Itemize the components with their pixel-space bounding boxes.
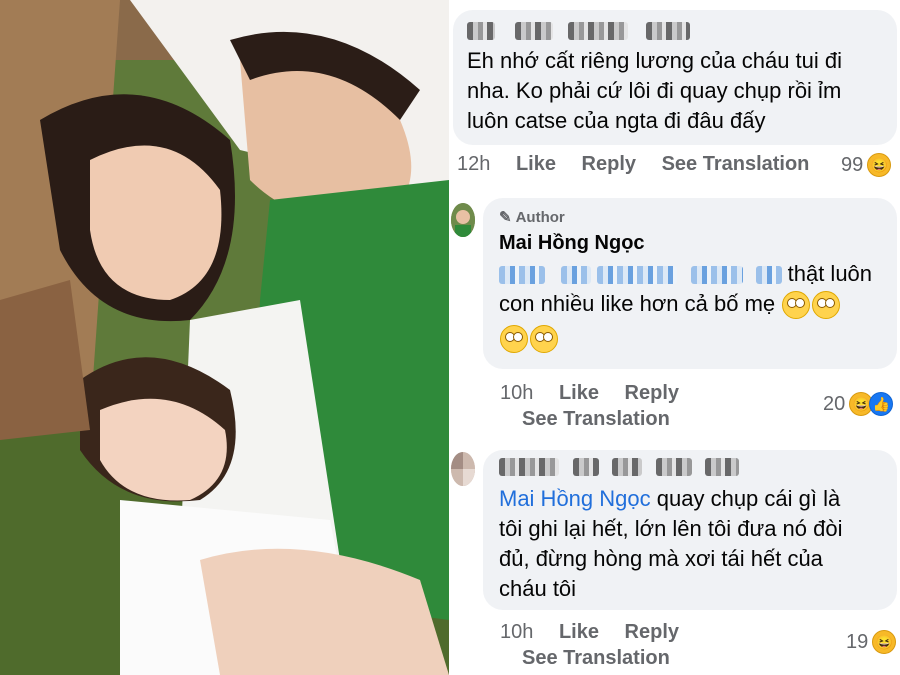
comment-line: luôn catse của ngta đi đâu đấy	[467, 108, 766, 133]
comment-author-3[interactable]	[499, 458, 881, 484]
reply-button[interactable]: Reply	[625, 382, 679, 404]
reaction-count: 19	[846, 630, 869, 653]
see-translation-link[interactable]: See Translation	[522, 406, 699, 432]
comment-line	[499, 323, 881, 354]
redacted-author-name	[611, 458, 642, 476]
comment-text-fragment: thật luôn	[787, 261, 873, 286]
comment-text-1: Eh nhớ cất riêng lương của cháu tui đi n…	[467, 46, 883, 136]
redacted-author-name	[573, 458, 600, 476]
redacted-mention	[499, 266, 545, 285]
like-button[interactable]: Like	[516, 153, 556, 175]
comment-line: đủ, đừng hòng mà xơi tái hết của	[499, 546, 823, 571]
comment-time[interactable]: 10h	[500, 621, 533, 643]
pencil-icon: ✎	[499, 209, 512, 226]
eye-roll-emoji-icon	[812, 291, 841, 320]
comment-text-2: thật luôn con nhiều like hơn cả bố mẹ	[499, 259, 881, 354]
eye-roll-emoji-icon	[530, 325, 558, 354]
reaction-count: 99	[841, 153, 864, 176]
avatar[interactable]	[451, 203, 475, 237]
redacted-mention	[691, 266, 744, 285]
redacted-mention	[755, 266, 782, 285]
comment-bubble-3: Mai Hồng Ngọc quay chụp cái gì là tôi gh…	[483, 450, 897, 610]
comment-text-fragment: quay chụp cái gì là	[656, 486, 841, 511]
comment-bubble-2: ✎ Author Mai Hồng Ngọc thật luôn con nhi…	[483, 198, 897, 369]
redacted-author-name	[515, 22, 554, 40]
redacted-mention	[561, 266, 592, 285]
comment-thread: Eh nhớ cất riêng lương của cháu tui đi n…	[451, 0, 900, 675]
reaction-summary-2[interactable]: 20 😆 👍	[823, 392, 894, 416]
reaction-summary-1[interactable]: 99 😆	[841, 153, 892, 177]
redacted-author-name	[704, 458, 739, 476]
redacted-author-name	[499, 458, 559, 476]
reaction-summary-3[interactable]: 19 😆	[846, 630, 897, 654]
like-button[interactable]: Like	[559, 621, 599, 643]
comment-line: thật luôn	[499, 259, 881, 289]
redacted-mention	[597, 266, 678, 285]
comment-author-2[interactable]: Mai Hồng Ngọc	[499, 232, 881, 255]
comment-text-fragment: con nhiều like hơn cả bố mẹ	[499, 291, 776, 316]
see-translation-link[interactable]: See Translation	[662, 153, 810, 175]
reply-button[interactable]: Reply	[582, 153, 636, 175]
eye-roll-emoji-icon	[782, 291, 811, 320]
see-translation-link[interactable]: See Translation	[522, 645, 699, 671]
reaction-count: 20	[823, 392, 846, 415]
comment-actions-3: 10h Like Reply See Translation	[500, 619, 699, 671]
comment-text-3: Mai Hồng Ngọc quay chụp cái gì là tôi gh…	[499, 484, 881, 604]
haha-emoji-icon: 😆	[867, 153, 892, 177]
redacted-author-name	[656, 458, 693, 476]
comment-line: cháu tôi	[499, 576, 577, 601]
comment-bubble-1: Eh nhớ cất riêng lương của cháu tui đi n…	[453, 10, 897, 145]
comment-line: tôi ghi lại hết, lớn lên tôi đưa nó đòi	[499, 516, 843, 541]
like-button[interactable]: Like	[559, 382, 599, 404]
family-photo	[0, 0, 449, 675]
comment-author-1[interactable]	[467, 22, 883, 46]
author-badge-label: Author	[515, 208, 565, 226]
redacted-author-name	[646, 22, 691, 40]
comment-time[interactable]: 10h	[500, 382, 533, 404]
haha-emoji-icon: 😆	[872, 630, 897, 654]
comment-line: Mai Hồng Ngọc quay chụp cái gì là	[499, 484, 881, 514]
comment-line: nha. Ko phải cứ lôi đi quay chụp rồi ỉm	[467, 78, 842, 103]
reply-button[interactable]: Reply	[625, 621, 679, 643]
comment-line: con nhiều like hơn cả bố mẹ	[499, 289, 881, 320]
comment-actions-1: 12h Like Reply See Translation	[457, 153, 829, 176]
eye-roll-emoji-icon	[500, 325, 528, 354]
avatar[interactable]	[451, 452, 475, 486]
comment-time[interactable]: 12h	[457, 153, 490, 175]
redacted-author-name	[567, 22, 628, 40]
author-badge: ✎ Author	[499, 208, 881, 227]
mention-link[interactable]: Mai Hồng Ngọc	[499, 486, 651, 511]
comment-line: Eh nhớ cất riêng lương của cháu tui đi	[467, 48, 843, 73]
redacted-author-name	[467, 22, 495, 40]
comment-actions-2: 10h Like Reply See Translation	[500, 380, 699, 432]
like-emoji-icon: 👍	[869, 392, 894, 416]
